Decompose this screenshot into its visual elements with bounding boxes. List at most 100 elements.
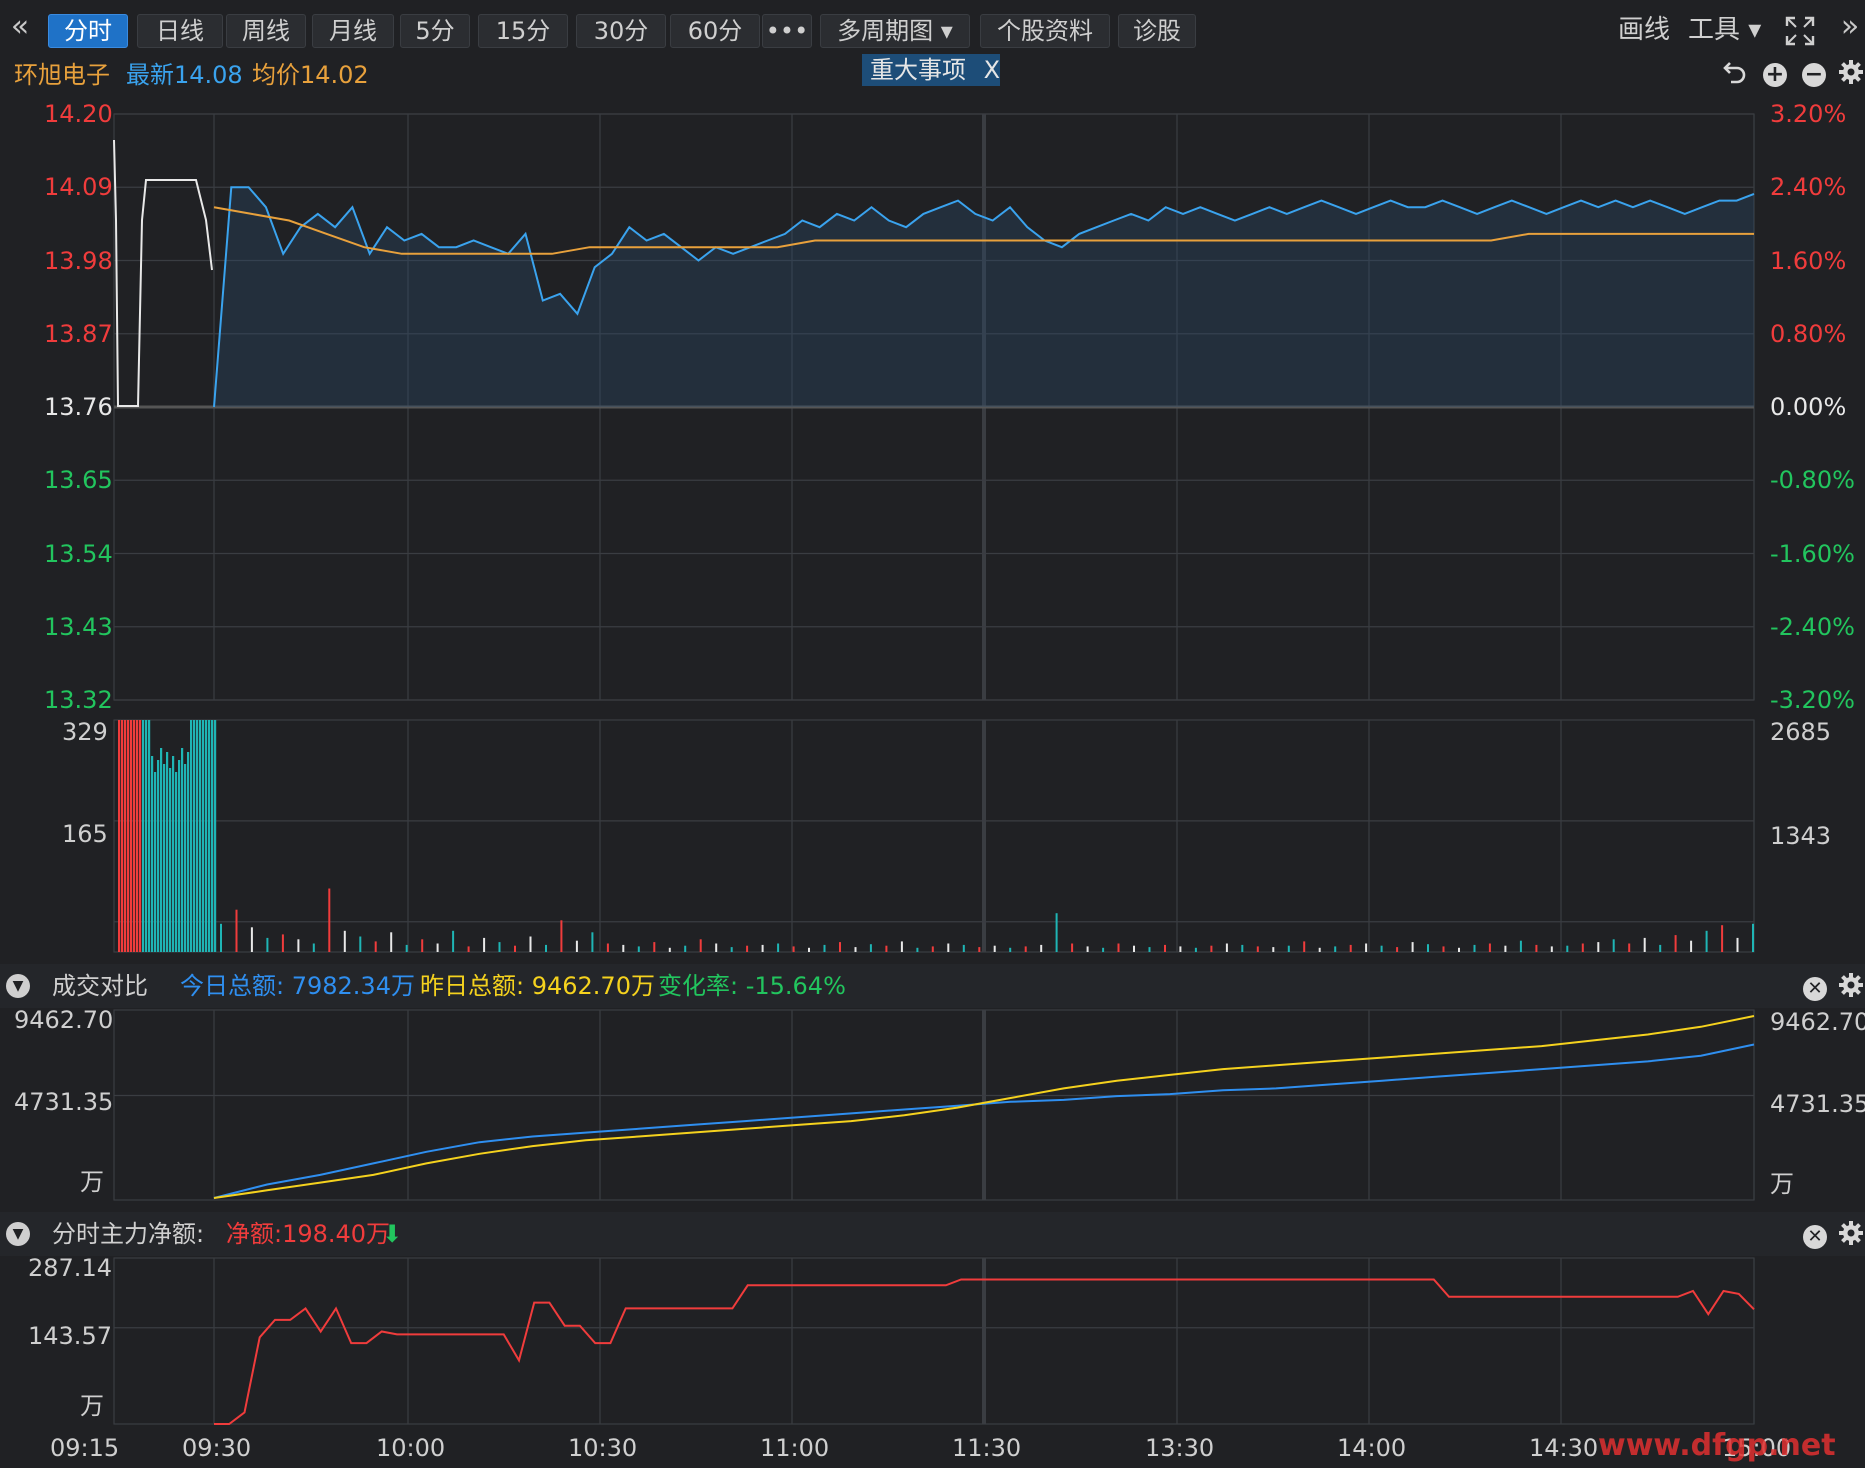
- panel-frame: [113, 1009, 1755, 1201]
- volume-bar: [869, 944, 872, 952]
- panel-gear-icon[interactable]: [1836, 971, 1865, 1006]
- volume-bar: [166, 752, 169, 952]
- volume-bar: [163, 764, 166, 952]
- volume-bar: [184, 764, 187, 952]
- volume-bar: [1504, 945, 1507, 952]
- panel-gear-icon[interactable]: [1836, 1219, 1865, 1254]
- volume-bar: [529, 936, 532, 952]
- volume-bar: [1194, 947, 1197, 952]
- volume-bar: [130, 720, 133, 952]
- price-tick-label: 13.76: [44, 393, 113, 421]
- volume-bar: [343, 930, 346, 952]
- volume-bar: [169, 768, 172, 952]
- volume-bar: [1287, 945, 1290, 952]
- volume-bar: [1055, 913, 1058, 952]
- volume-bar: [1752, 923, 1754, 952]
- volume-bar: [1365, 943, 1368, 952]
- volume-bar: [715, 943, 718, 952]
- volume-bar: [900, 941, 903, 952]
- volume-bar: [281, 934, 284, 952]
- volume-bar: [297, 939, 300, 952]
- volume-bar: [121, 720, 124, 952]
- volume-bar: [1009, 947, 1012, 952]
- volume-bar: [777, 943, 780, 952]
- amount-tick-label: 2685: [1770, 718, 1832, 746]
- volume-bar: [436, 943, 439, 952]
- volume-bar: [1071, 943, 1074, 952]
- volume-bar: [142, 720, 145, 952]
- stock-chart-window: « 分时 日线 周线 月线 5分 15分 30分 60分 ••• 多周期图 ▾ 个股资料 诊股 画线 …: [0, 0, 1865, 1468]
- volume-tick-label: 329: [62, 718, 108, 746]
- percent-tick-label: 0.80%: [1770, 319, 1847, 348]
- volume-bar: [312, 943, 315, 952]
- percent-tick-label: 1.60%: [1770, 246, 1847, 275]
- compare-tick-label: 4731.35: [1770, 1090, 1865, 1118]
- volume-bar: [202, 720, 205, 952]
- volume-bar: [1024, 946, 1027, 952]
- collapse-triangle-icon[interactable]: ▼: [6, 1222, 30, 1246]
- volume-bar: [214, 720, 217, 952]
- volume-bar: [545, 944, 547, 952]
- volume-bar: [746, 945, 749, 952]
- percent-tick-label: -1.60%: [1770, 539, 1855, 568]
- volume-bar: [1535, 944, 1538, 952]
- close-panel-icon[interactable]: ✕: [1800, 971, 1830, 1001]
- volume-bar: [885, 945, 888, 952]
- volume-bar: [1225, 943, 1228, 952]
- volume-bar: [1117, 943, 1120, 952]
- percent-tick-label: 3.20%: [1770, 100, 1847, 128]
- volume-bar: [483, 937, 486, 952]
- volume-bar: [328, 888, 331, 952]
- volume-bar: [178, 760, 181, 952]
- volume-bar: [668, 947, 671, 952]
- volume-bar: [1396, 947, 1399, 952]
- volume-bar: [1581, 943, 1584, 952]
- volume-bar: [1334, 946, 1337, 952]
- percent-tick-label: -0.80%: [1770, 466, 1855, 495]
- volume-bar: [1133, 945, 1135, 952]
- volume-bar: [1411, 942, 1414, 952]
- volume-bar: [947, 943, 950, 952]
- volume-bar: [208, 720, 211, 952]
- volume-bar: [808, 947, 810, 952]
- volume-bar: [250, 927, 253, 952]
- close-panel-icon[interactable]: ✕: [1800, 1219, 1830, 1249]
- price-area-fill: [214, 187, 1754, 407]
- compare-title: 成交对比: [52, 972, 148, 1000]
- time-axis-label: 14:00: [1337, 1434, 1407, 1462]
- auction-price-line: [113, 139, 213, 407]
- volume-bar: [1550, 946, 1553, 952]
- volume-bar: [1427, 944, 1429, 952]
- volume-bar: [1659, 944, 1662, 952]
- volume-bar: [1674, 935, 1677, 952]
- volume-bar: [792, 946, 795, 952]
- time-axis-label: 10:00: [376, 1434, 446, 1462]
- price-tick-label: 13.54: [44, 539, 113, 568]
- volume-bar: [1241, 944, 1244, 952]
- volume-bar: [160, 748, 163, 952]
- net-tick-label: 万: [80, 1392, 104, 1420]
- volume-bar: [1736, 937, 1739, 952]
- volume-bar: [1721, 925, 1724, 952]
- net-title: 分时主力净额:: [52, 1220, 205, 1248]
- volume-bar: [175, 772, 178, 952]
- volume-bar: [823, 944, 826, 952]
- volume-bar: [1380, 945, 1383, 952]
- volume-bar: [187, 752, 190, 952]
- compare-tick-label: 4731.35: [14, 1088, 114, 1116]
- volume-bar: [139, 720, 142, 952]
- price-tick-label: 13.65: [44, 466, 113, 495]
- volume-bar: [1303, 941, 1306, 952]
- price-tick-label: 13.98: [44, 246, 113, 275]
- volume-bar: [1102, 947, 1105, 952]
- volume-bar: [190, 720, 193, 952]
- volume-bar: [1458, 947, 1460, 952]
- volume-bar: [993, 945, 996, 952]
- volume-bar: [1164, 944, 1166, 952]
- collapse-triangle-icon[interactable]: ▼: [6, 974, 30, 998]
- volume-bar: [157, 760, 160, 952]
- time-axis-label: 10:30: [568, 1434, 638, 1462]
- yesterday-total: 昨日总额: 9462.70万: [420, 972, 655, 1000]
- volume-bar: [978, 947, 981, 952]
- volume-bar: [193, 720, 196, 952]
